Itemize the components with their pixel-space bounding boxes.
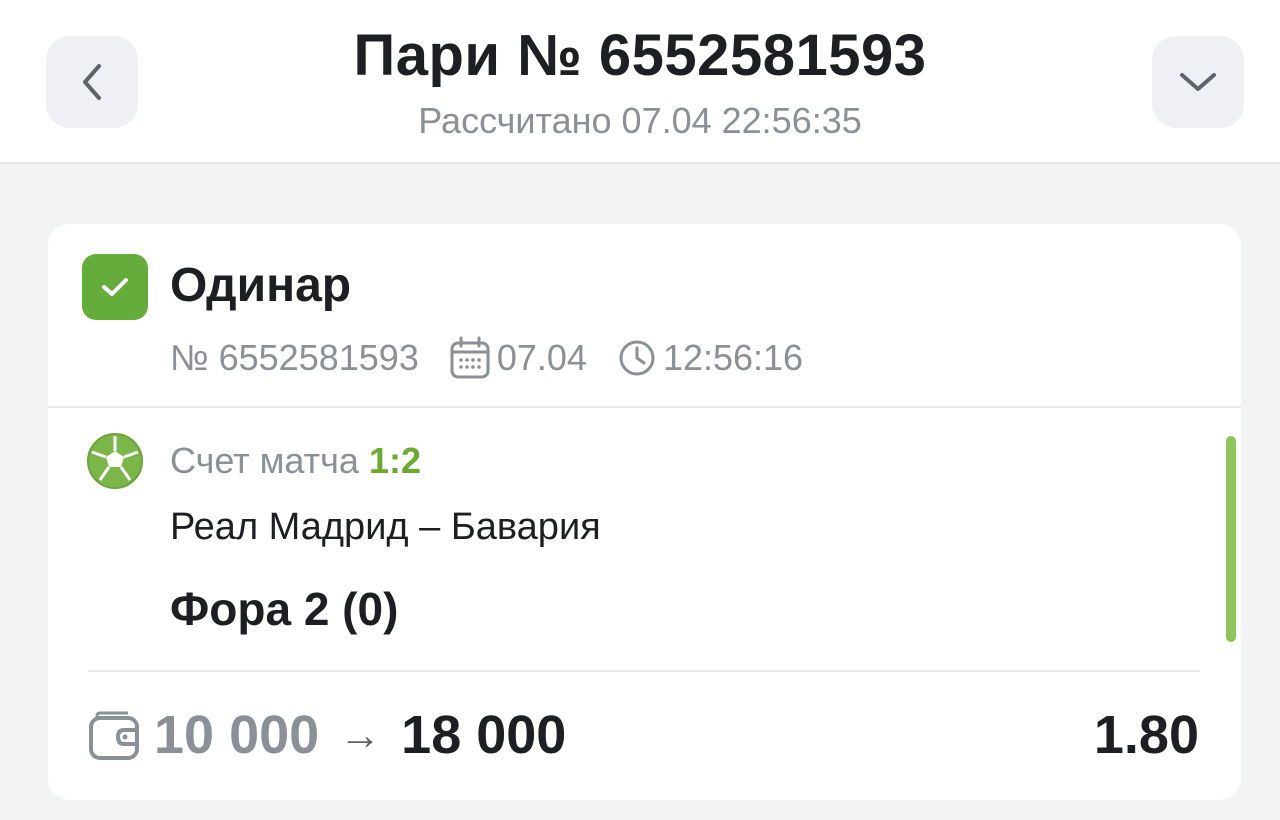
score-value: 1:2 <box>368 440 421 481</box>
payout-amount: 18 000 <box>401 705 567 765</box>
bet-time: 12:56:16 <box>662 337 804 378</box>
match-score: Счет матча 1:2 <box>170 440 421 482</box>
bet-date: 07.04 <box>496 337 587 378</box>
soccer-ball-icon <box>87 433 143 489</box>
page-title: Пари № 6552581593 <box>353 23 927 88</box>
status-badge <box>82 254 148 320</box>
top-bar: Пари № 6552581593 Рассчитано 07.04 22:56… <box>0 0 1280 164</box>
arrow-right-icon: → <box>339 711 382 758</box>
wallet-icon <box>89 711 139 760</box>
calendar-icon <box>449 336 491 380</box>
match-teams: Реал Мадрид – Бавария <box>170 506 601 548</box>
bet-number: № 6552581593 <box>170 337 419 378</box>
bet-type: Одинар <box>170 259 352 312</box>
stake-amount: 10 000 <box>154 705 320 765</box>
expand-button[interactable] <box>1152 36 1244 128</box>
stake-payout: 10 000 → 18 000 <box>154 704 566 766</box>
chevron-down-icon <box>1180 73 1216 91</box>
bet-card: Одинар № 6552581593 07.04 12:56:16 Счет … <box>48 224 1241 800</box>
coefficient: 1.80 <box>1093 705 1199 765</box>
clock-icon <box>617 338 657 378</box>
divider <box>48 406 1241 408</box>
bet-outcome: Фора 2 (0) <box>170 583 399 635</box>
settled-timestamp: Рассчитано 07.04 22:56:35 <box>418 100 862 141</box>
check-icon <box>102 278 128 296</box>
divider <box>88 670 1200 672</box>
bet-meta: № 6552581593 07.04 12:56:16 <box>170 336 803 380</box>
win-indicator <box>1226 436 1236 642</box>
score-label: Счет матча <box>170 440 359 481</box>
